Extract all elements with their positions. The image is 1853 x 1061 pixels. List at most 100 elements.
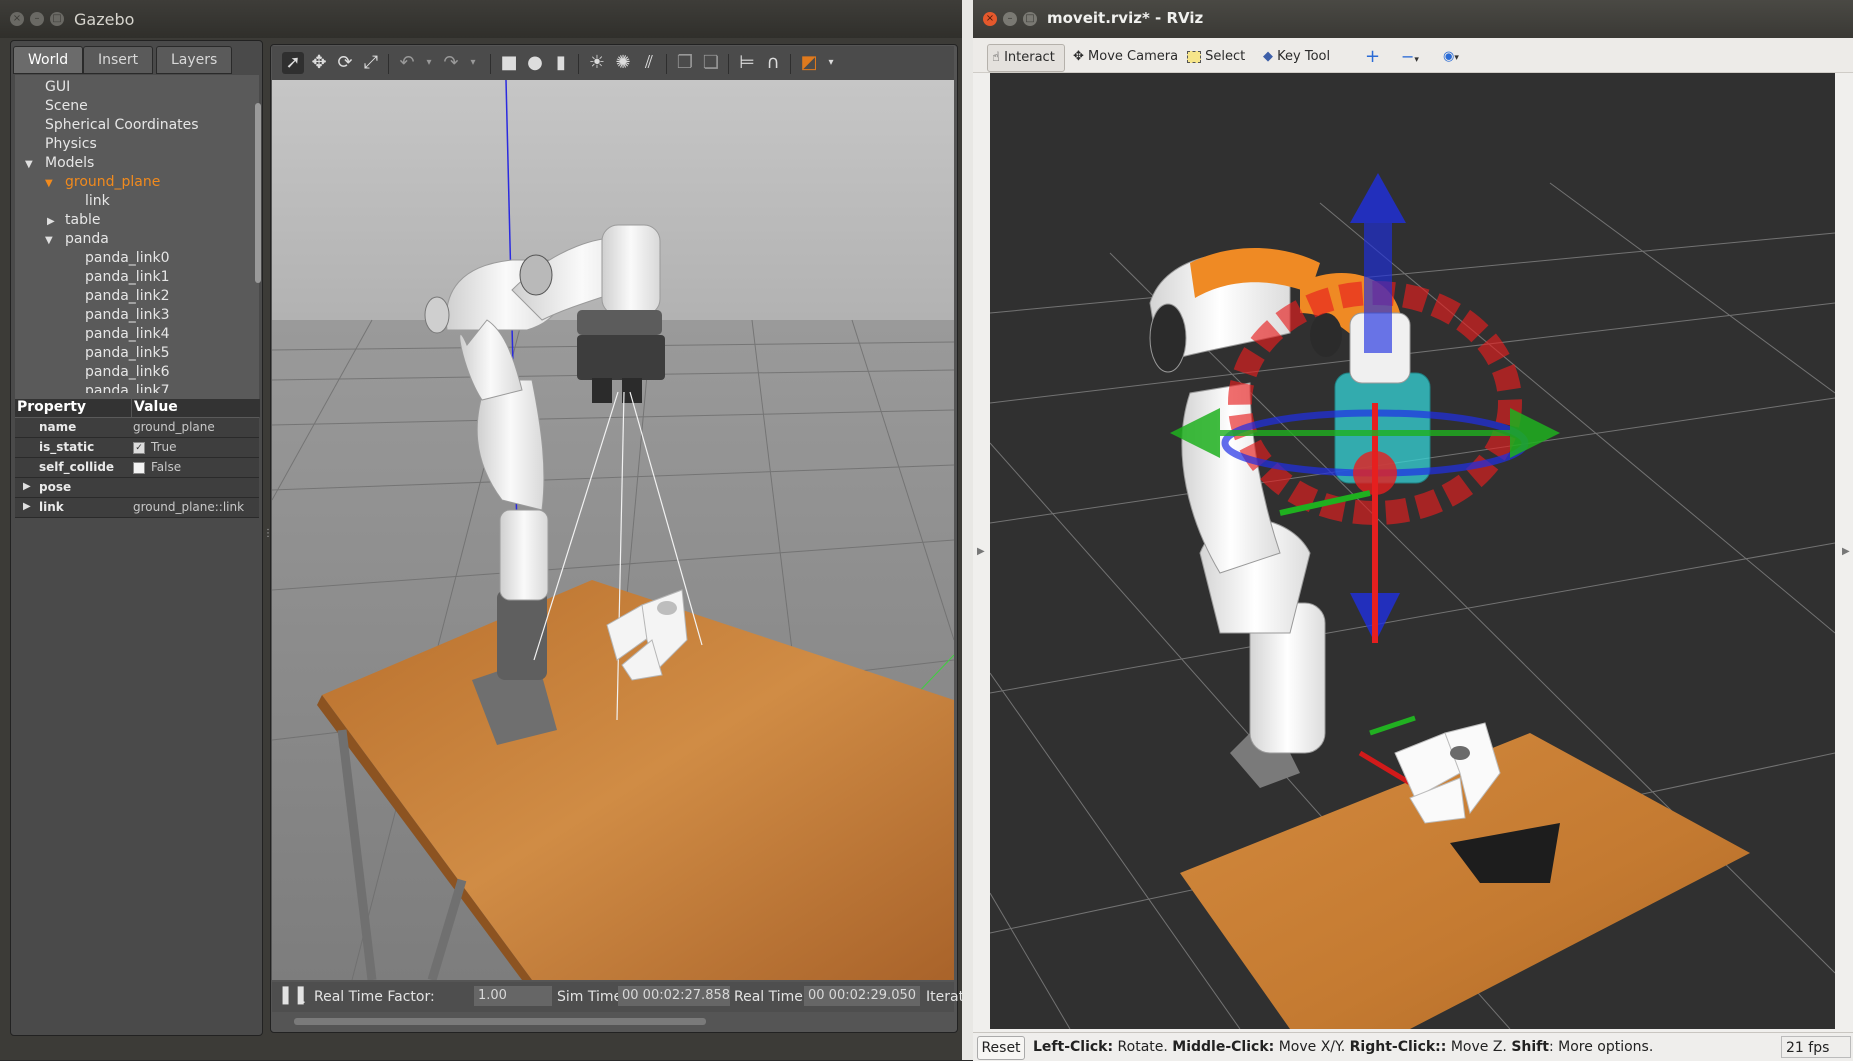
tree-item-panda-link4[interactable]: panda_link4 — [85, 326, 169, 342]
minimize-icon[interactable]: – — [30, 12, 44, 26]
collapse-arrow-icon[interactable]: ▶ — [47, 216, 55, 227]
eye-icon[interactable]: ◉▾ — [1443, 44, 1459, 70]
paste-icon[interactable]: ❏ — [700, 52, 722, 74]
property-row[interactable]: ▶ pose — [15, 478, 259, 498]
close-icon[interactable]: × — [10, 12, 24, 26]
step-icon[interactable]: . — [302, 992, 306, 1006]
close-icon[interactable]: × — [983, 12, 997, 26]
collapse-arrow-icon[interactable]: ▶ — [23, 501, 31, 512]
rotate-mode-icon[interactable]: ⟳ — [334, 52, 356, 74]
tab-world[interactable]: World — [13, 46, 84, 74]
align-icon[interactable]: ⊨ — [736, 52, 758, 74]
separator — [790, 54, 791, 74]
maximize-icon[interactable]: □ — [50, 12, 64, 26]
tree-item-gui[interactable]: GUI — [45, 79, 70, 95]
tree-item-panda-link7[interactable]: panda_link7 — [85, 383, 169, 393]
tree-scrollbar[interactable] — [255, 103, 261, 283]
remove-tool-icon[interactable]: −▾ — [1401, 44, 1419, 70]
scale-mode-icon[interactable]: ⤢ — [360, 52, 382, 74]
value-header: Value — [131, 399, 260, 417]
box-shape-icon[interactable]: ■ — [498, 52, 520, 74]
rviz-3d-viewport[interactable] — [990, 73, 1835, 1029]
panel-splitter[interactable]: ⋮ — [263, 528, 273, 542]
gazebo-3d-viewport[interactable] — [272, 80, 954, 980]
select-tool-button[interactable]: Select — [1187, 44, 1245, 70]
tree-item-panda-link0[interactable]: panda_link0 — [85, 250, 169, 266]
property-row[interactable]: ▶ link ground_plane::link — [15, 498, 259, 518]
tree-item-physics[interactable]: Physics — [45, 136, 97, 152]
interact-tool-button[interactable]: ☝ Interact — [987, 44, 1065, 72]
chevron-down-icon[interactable]: ▾ — [418, 52, 440, 74]
cylinder-shape-icon[interactable]: ▮ — [550, 52, 572, 74]
point-light-icon[interactable]: ☀ — [586, 52, 608, 74]
property-key: self_collide — [39, 460, 115, 474]
chevron-down-icon[interactable]: ▾ — [462, 52, 484, 74]
key-tool-icon: ◆ — [1263, 49, 1273, 64]
real-time-label: Real Time: — [734, 989, 808, 1005]
tree-item-ground-plane[interactable]: ground_plane — [65, 174, 160, 190]
view-angle-icon[interactable]: ◩ — [798, 52, 820, 74]
tree-item-panda[interactable]: panda — [65, 231, 109, 247]
minimize-icon[interactable]: – — [1003, 12, 1017, 26]
property-row[interactable]: self_collide False — [15, 458, 259, 478]
move-camera-tool-button[interactable]: ✥ Move Camera — [1073, 44, 1178, 70]
spot-light-icon[interactable]: ✺ — [612, 52, 634, 74]
tree-item-table[interactable]: table — [65, 212, 100, 228]
gazebo-window: × – □ Gazebo World Insert Layers GUI Sce… — [0, 0, 964, 1060]
checkbox-checked-icon[interactable]: ✓ — [133, 442, 145, 454]
rviz-status-bar: Reset Left-Click: Rotate. Middle-Click: … — [973, 1032, 1853, 1061]
translate-mode-icon[interactable]: ✥ — [308, 52, 330, 74]
property-row[interactable]: is_static ✓ True — [15, 438, 259, 458]
property-key: pose — [39, 480, 72, 494]
expand-right-panel-icon[interactable]: ▶ — [1842, 546, 1850, 557]
select-mode-icon[interactable]: ➚ — [282, 52, 304, 74]
window-title: moveit.rviz* - RViz — [1047, 9, 1204, 27]
undo-icon[interactable]: ↶ — [396, 52, 418, 74]
tab-layers[interactable]: Layers — [156, 46, 233, 74]
tree-item-panda-link6[interactable]: panda_link6 — [85, 364, 169, 380]
collapse-arrow-icon[interactable]: ▶ — [23, 481, 31, 492]
reset-button[interactable]: Reset — [977, 1036, 1025, 1060]
tab-insert[interactable]: Insert — [83, 46, 154, 74]
expand-arrow-icon[interactable]: ▼ — [25, 159, 33, 170]
tree-item-panda-link3[interactable]: panda_link3 — [85, 307, 169, 323]
separator — [666, 54, 667, 74]
expand-arrow-icon[interactable]: ▼ — [45, 178, 53, 189]
tree-item-panda-link1[interactable]: panda_link1 — [85, 269, 169, 285]
tree-item-link[interactable]: link — [85, 193, 110, 209]
tree-item-panda-link5[interactable]: panda_link5 — [85, 345, 169, 361]
snap-magnet-icon[interactable]: ∩ — [762, 52, 784, 74]
maximize-icon[interactable]: □ — [1023, 12, 1037, 26]
gazebo-titlebar: × – □ Gazebo — [0, 0, 962, 38]
directional-light-icon[interactable]: ⫽ — [638, 52, 660, 74]
separator — [388, 54, 389, 74]
tree-item-panda-link2[interactable]: panda_link2 — [85, 288, 169, 304]
separator — [728, 54, 729, 74]
redo-icon[interactable]: ↷ — [440, 52, 462, 74]
rviz-toolbar: ☝ Interact ✥ Move Camera Select ◆ Key To… — [973, 38, 1853, 73]
horizontal-scrollbar[interactable] — [294, 1018, 706, 1025]
checkbox-unchecked-icon[interactable] — [133, 462, 145, 474]
chevron-down-icon[interactable]: ▾ — [820, 52, 842, 74]
gazebo-scene — [272, 80, 954, 980]
expand-left-panel-icon[interactable]: ▶ — [977, 546, 985, 557]
hint-text: Move X/Y. — [1274, 1039, 1350, 1055]
property-key: is_static — [39, 440, 95, 454]
key-tool-button[interactable]: ◆ Key Tool — [1263, 44, 1330, 70]
copy-icon[interactable]: ❐ — [674, 52, 696, 74]
add-tool-icon[interactable]: + — [1365, 44, 1380, 70]
property-value: True — [151, 440, 177, 454]
tree-item-spherical-coordinates[interactable]: Spherical Coordinates — [45, 117, 199, 133]
tree-item-scene[interactable]: Scene — [45, 98, 88, 114]
property-key: name — [39, 420, 77, 434]
property-value: ground_plane — [133, 420, 215, 434]
sim-time-label: Sim Time: — [557, 989, 627, 1005]
property-key: link — [39, 500, 64, 514]
expand-arrow-icon[interactable]: ▼ — [45, 235, 53, 246]
tree-item-models[interactable]: Models — [45, 155, 94, 171]
property-table: Property Value name ground_plane is_stat… — [15, 399, 260, 549]
property-row[interactable]: name ground_plane — [15, 418, 259, 438]
property-value: ground_plane::link — [133, 500, 245, 514]
sphere-shape-icon[interactable]: ● — [524, 52, 546, 74]
world-tree: GUI Scene Spherical Coordinates Physics … — [15, 75, 259, 437]
